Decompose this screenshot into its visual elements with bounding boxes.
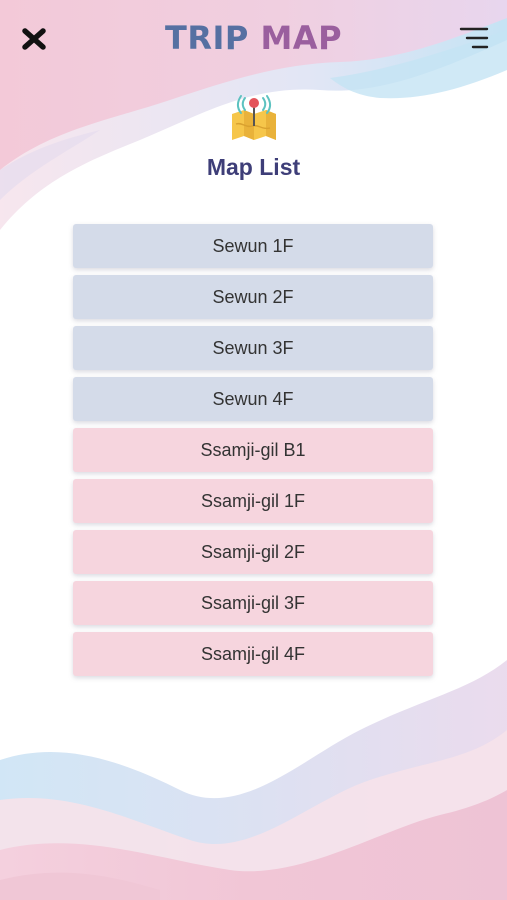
map-list-item[interactable]: Ssamji-gil 3F	[73, 581, 433, 625]
map-list: Sewun 1F Sewun 2F Sewun 3F Sewun 4F Ssamji-g…	[73, 224, 433, 683]
app-title-trip: TRIP	[164, 19, 249, 57]
map-list-item[interactable]: Ssamji-gil 2F	[73, 530, 433, 574]
map-list-item[interactable]: Ssamji-gil B1	[73, 428, 433, 472]
app-title: TRIP MAP	[0, 18, 507, 58]
map-list-item[interactable]: Sewun 3F	[73, 326, 433, 370]
map-list-item[interactable]: Sewun 2F	[73, 275, 433, 319]
menu-button[interactable]	[457, 22, 491, 54]
app-title-map: MAP	[260, 19, 343, 57]
page-title: Map List	[206, 154, 301, 180]
top-bar: TRIP MAP	[0, 0, 507, 80]
map-list-item[interactable]: Ssamji-gil 4F	[73, 632, 433, 676]
map-pin-icon	[231, 95, 276, 140]
menu-icon	[459, 27, 489, 49]
map-list-item[interactable]: Sewun 1F	[73, 224, 433, 268]
map-list-item[interactable]: Ssamji-gil 1F	[73, 479, 433, 523]
map-list-item[interactable]: Sewun 4F	[73, 377, 433, 421]
page-header: Map List	[0, 94, 507, 181]
